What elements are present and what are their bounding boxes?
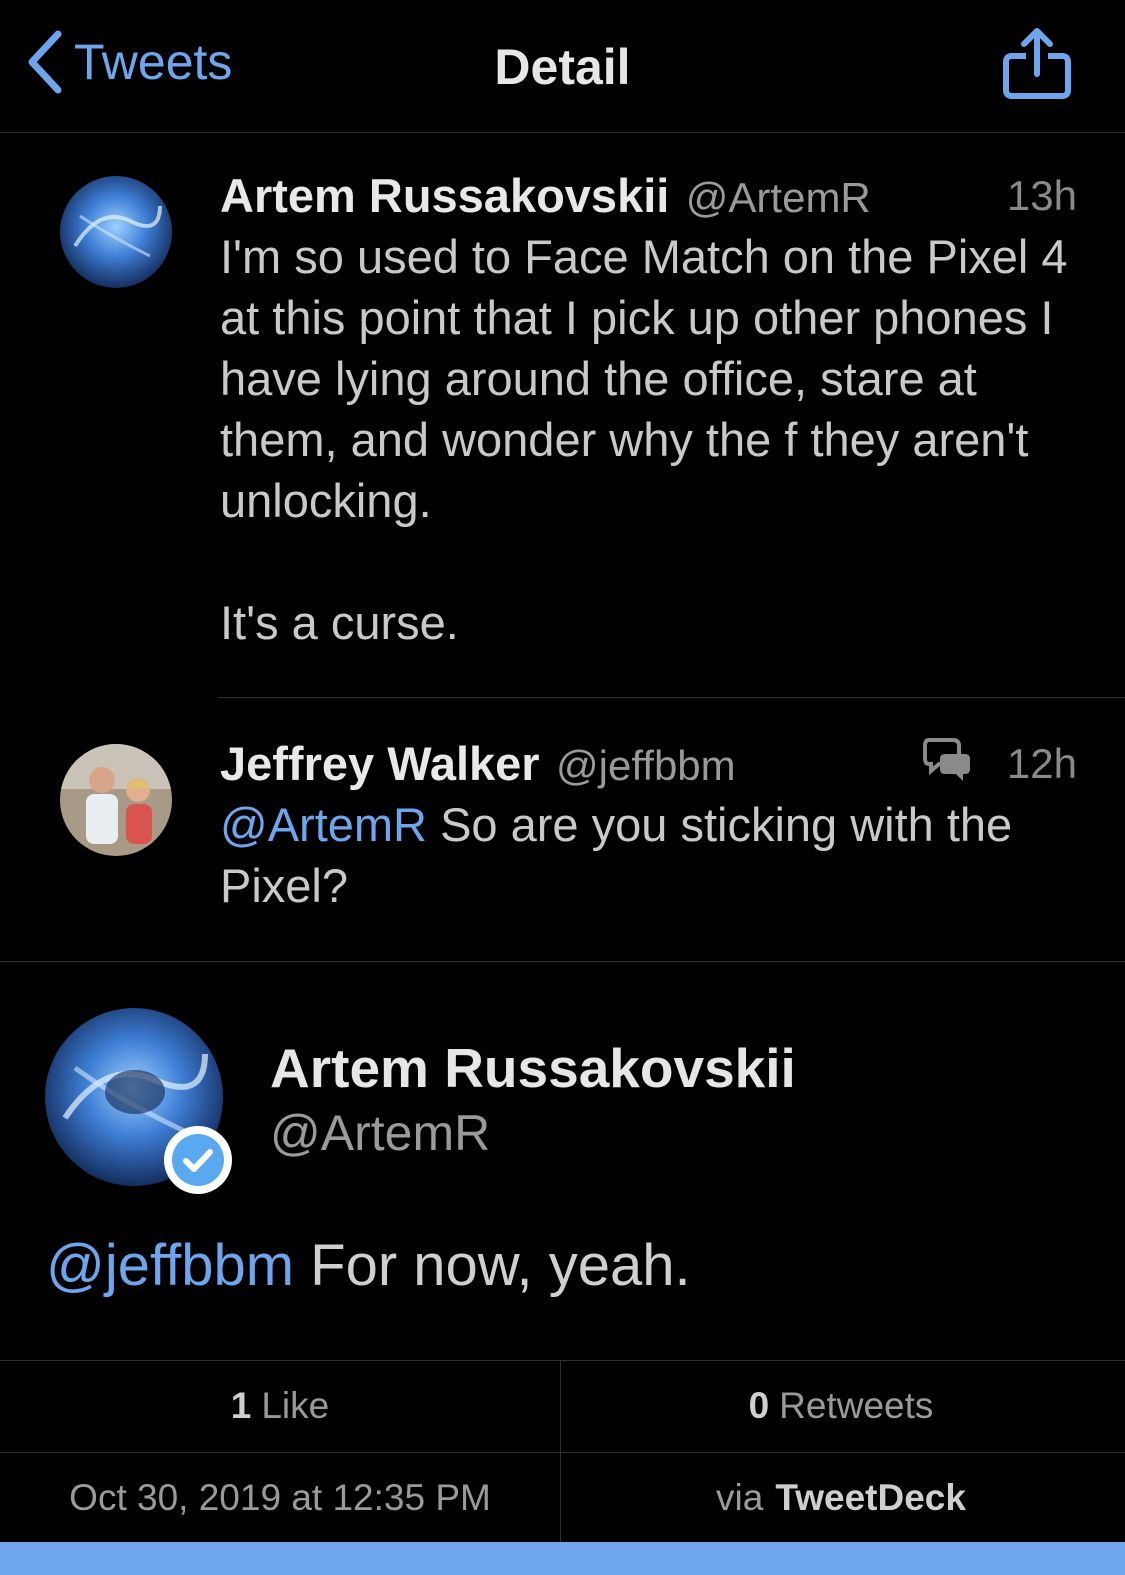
author-handle[interactable]: @jeffbbm xyxy=(556,742,736,789)
mention-link[interactable]: @ArtemR xyxy=(220,798,427,851)
main-author-name[interactable]: Artem Russakovskii xyxy=(270,1036,796,1100)
author-name[interactable]: Artem Russakovskii xyxy=(220,169,669,222)
bottom-toolbar xyxy=(0,1542,1125,1575)
share-icon[interactable] xyxy=(1000,26,1074,102)
likes-count: 1 xyxy=(230,1385,252,1426)
divider xyxy=(218,697,1125,698)
tweet-source[interactable]: via TweetDeck xyxy=(561,1453,1121,1543)
tweet-stats: 1 Like 0 Retweets Oct 30, 2019 at 12:35 … xyxy=(0,1360,1125,1543)
retweets-stat[interactable]: 0 Retweets xyxy=(561,1361,1121,1451)
tweet-time: 13h xyxy=(1006,172,1077,219)
retweets-label: Retweets xyxy=(779,1385,934,1426)
likes-label: Like xyxy=(261,1385,330,1426)
author-handle[interactable]: @ArtemR xyxy=(686,174,871,221)
page-title: Detail xyxy=(494,39,631,95)
tweet-time: 12h xyxy=(1006,740,1077,787)
author-name[interactable]: Jeffrey Walker xyxy=(220,737,540,790)
date-text: Oct 30, 2019 at 12:35 PM xyxy=(69,1477,491,1518)
mention-link[interactable]: @jeffbbm xyxy=(46,1233,294,1298)
via-client: TweetDeck xyxy=(775,1477,966,1518)
tweet-text: I'm so used to Face Match on the Pixel 4… xyxy=(220,230,1068,649)
retweets-count: 0 xyxy=(748,1385,770,1426)
likes-stat[interactable]: 1 Like xyxy=(0,1361,560,1451)
verified-badge-icon xyxy=(164,1126,232,1194)
divider xyxy=(0,961,1125,962)
avatar[interactable] xyxy=(60,744,172,856)
main-reply-text: For now, yeah. xyxy=(294,1233,691,1298)
conversation-icon xyxy=(923,738,970,781)
via-prefix: via xyxy=(716,1477,764,1518)
avatar[interactable] xyxy=(60,176,172,288)
main-author-handle[interactable]: @ArtemR xyxy=(270,1104,490,1162)
main-tweet-text: @jeffbbm For now, yeah. xyxy=(46,1232,691,1299)
navigation-bar: Tweets Detail xyxy=(0,0,1125,133)
tweet-date: Oct 30, 2019 at 12:35 PM xyxy=(0,1453,560,1543)
tweet-text: @ArtemR So are you sticking with the Pix… xyxy=(220,794,1080,916)
